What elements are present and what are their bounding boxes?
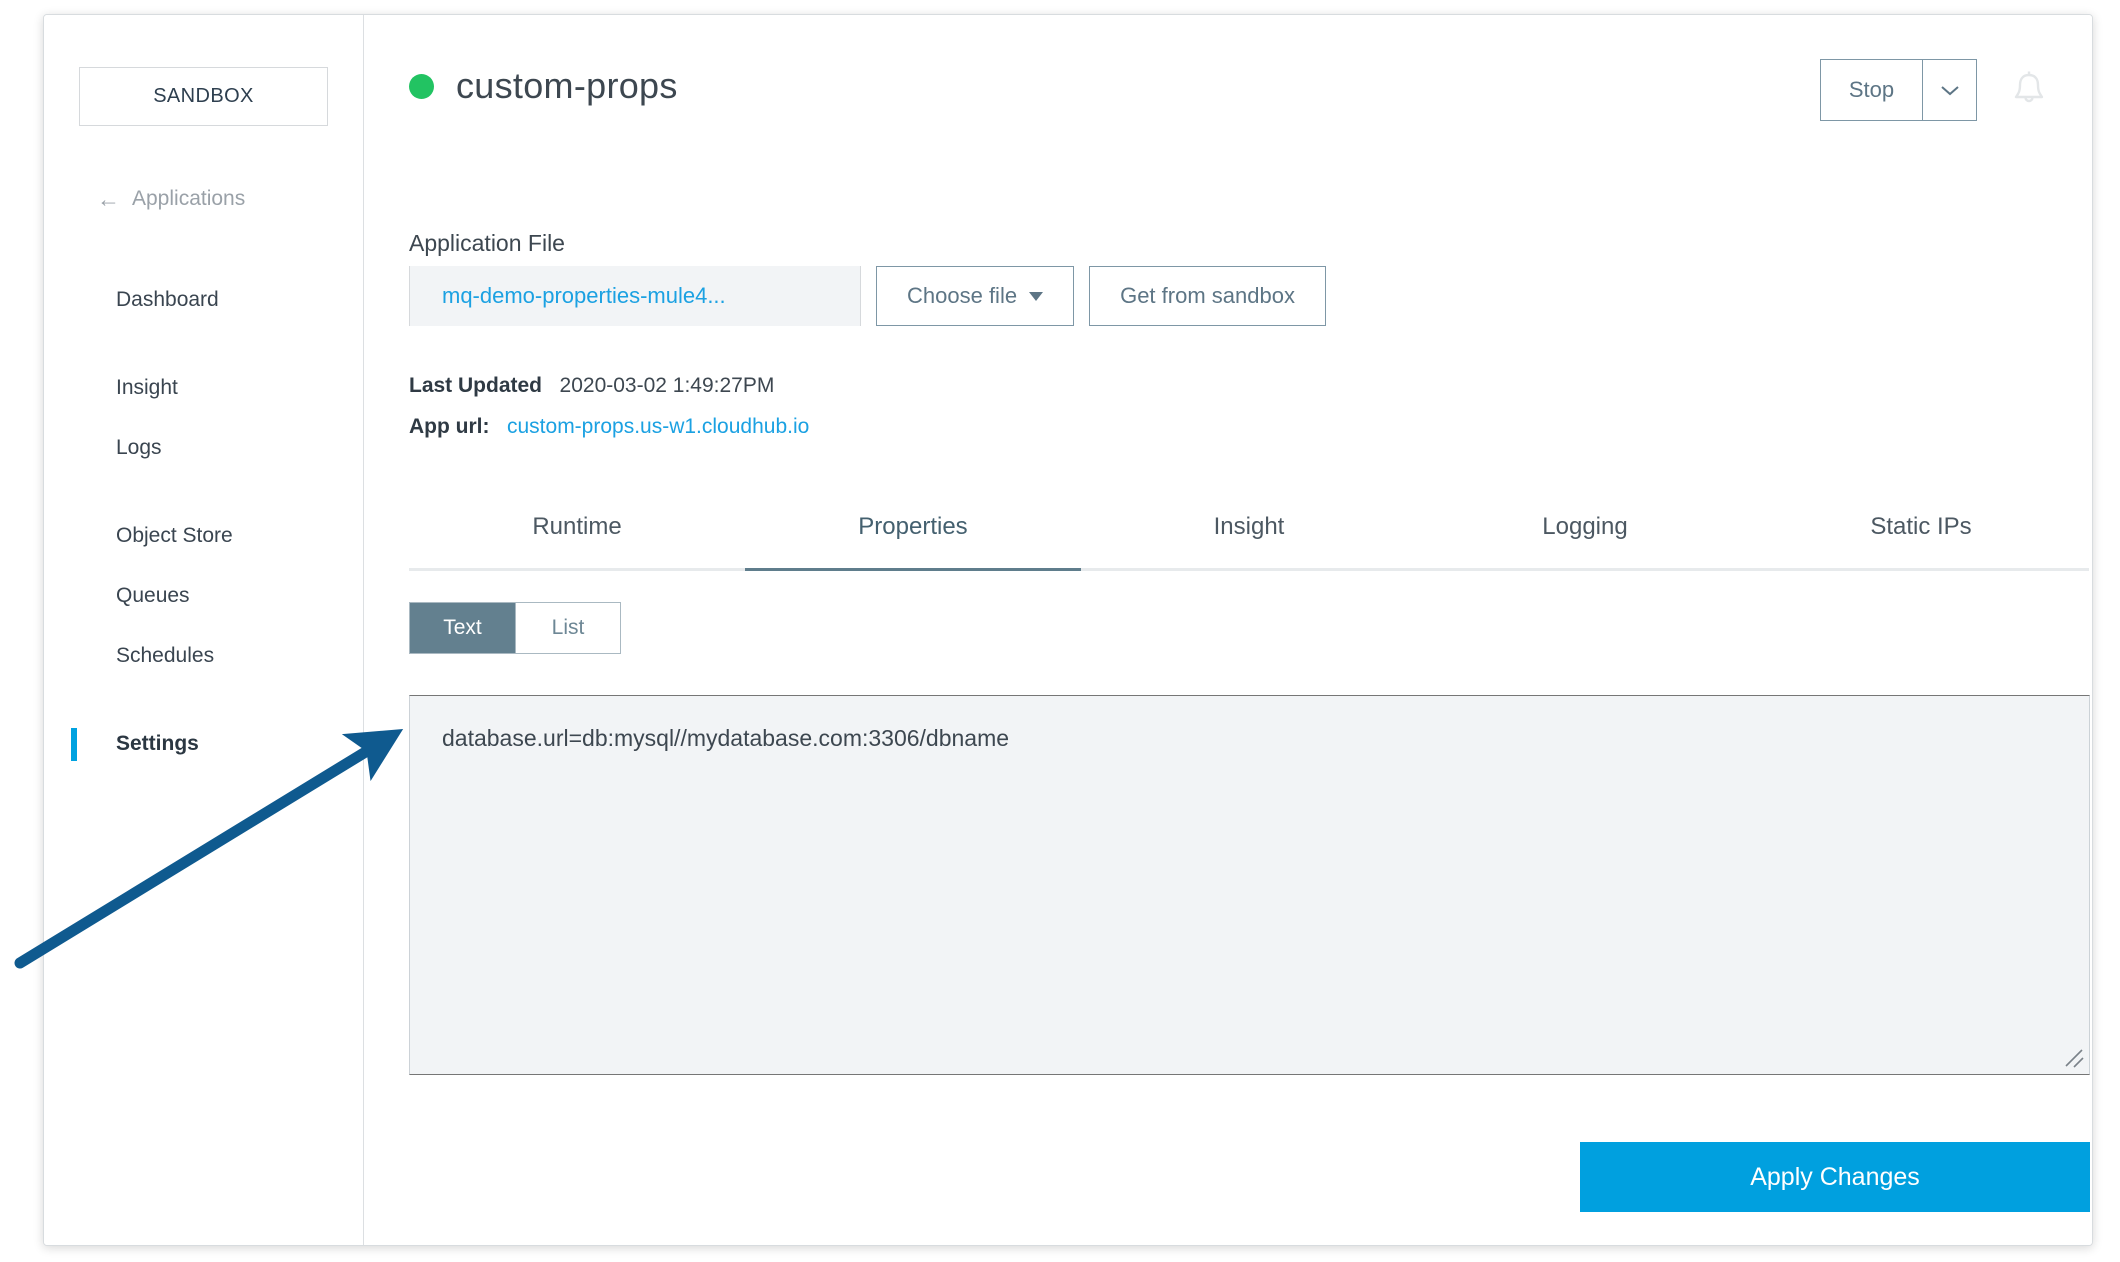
stop-button[interactable]: Stop [1821, 60, 1922, 120]
tab-label: Static IPs [1870, 513, 1971, 541]
last-updated-row: Last Updated 2020-03-02 1:49:27PM [409, 374, 774, 398]
app-header: custom-props Stop [365, 15, 2092, 143]
header-actions: Stop [1820, 59, 2057, 121]
chevron-down-icon [1939, 83, 1961, 97]
sidebar-nav: Dashboard Insight Logs Object Store Queu… [44, 270, 363, 774]
environment-selector-button[interactable]: SANDBOX [79, 67, 328, 126]
get-from-sandbox-label: Get from sandbox [1120, 283, 1295, 309]
sidebar: SANDBOX ← Applications Dashboard Insight… [44, 15, 364, 1245]
stop-button-label: Stop [1849, 77, 1894, 103]
sidebar-item-label: Settings [116, 732, 199, 756]
tab-label: Logging [1542, 513, 1627, 541]
view-mode-label: List [552, 616, 585, 640]
choose-file-button[interactable]: Choose file [876, 266, 1074, 326]
sidebar-item-label: Dashboard [116, 288, 219, 312]
app-window: SANDBOX ← Applications Dashboard Insight… [43, 14, 2093, 1246]
settings-tabs: Runtime Properties Insight Logging Stati… [409, 507, 2089, 571]
arrow-left-icon: ← [97, 188, 120, 211]
tab-label: Insight [1214, 513, 1285, 541]
view-mode-text-button[interactable]: Text [410, 603, 515, 653]
app-title-group: custom-props [409, 65, 678, 107]
back-to-applications-link[interactable]: ← Applications [97, 187, 245, 211]
back-link-label: Applications [132, 187, 245, 211]
sidebar-item-label: Queues [116, 584, 190, 608]
application-file-name-text: mq-demo-properties-mule4... [442, 283, 726, 309]
stop-button-group: Stop [1820, 59, 1977, 121]
sidebar-item-queues[interactable]: Queues [44, 566, 363, 626]
last-updated-value: 2020-03-02 1:49:27PM [560, 374, 775, 397]
get-from-sandbox-button[interactable]: Get from sandbox [1089, 266, 1326, 326]
sidebar-item-label: Logs [116, 436, 162, 460]
screen-root: SANDBOX ← Applications Dashboard Insight… [0, 0, 2120, 1262]
last-updated-label: Last Updated [409, 374, 542, 397]
app-url-link[interactable]: custom-props.us-w1.cloudhub.io [507, 415, 809, 438]
sidebar-item-insight[interactable]: Insight [44, 358, 363, 418]
tab-properties[interactable]: Properties [745, 507, 1081, 568]
tab-label: Runtime [532, 513, 621, 541]
view-mode-list-button[interactable]: List [515, 603, 620, 653]
main-content: custom-props Stop [365, 15, 2092, 1245]
tab-label: Properties [858, 513, 967, 541]
sidebar-item-object-store[interactable]: Object Store [44, 506, 363, 566]
page-title: custom-props [456, 65, 678, 107]
tab-static-ips[interactable]: Static IPs [1753, 507, 2089, 568]
caret-down-icon [1029, 292, 1043, 301]
application-file-label: Application File [409, 230, 565, 257]
status-indicator-dot [409, 74, 434, 99]
sidebar-item-label: Object Store [116, 524, 233, 548]
tab-logging[interactable]: Logging [1417, 507, 1753, 568]
environment-label: SANDBOX [153, 85, 254, 108]
app-url-label: App url: [409, 415, 489, 438]
tab-insight[interactable]: Insight [1081, 507, 1417, 568]
application-file-row: mq-demo-properties-mule4... Choose file … [409, 266, 1326, 326]
properties-view-toggle: Text List [409, 602, 621, 654]
apply-changes-button[interactable]: Apply Changes [1580, 1142, 2090, 1212]
bell-icon [2009, 69, 2049, 111]
sidebar-item-label: Schedules [116, 644, 214, 668]
application-file-name[interactable]: mq-demo-properties-mule4... [409, 266, 861, 326]
tab-runtime[interactable]: Runtime [409, 507, 745, 568]
sidebar-item-schedules[interactable]: Schedules [44, 626, 363, 686]
choose-file-label: Choose file [907, 283, 1017, 309]
view-mode-label: Text [443, 616, 482, 640]
sidebar-item-label: Insight [116, 376, 178, 400]
properties-text-input[interactable] [409, 695, 2090, 1075]
sidebar-item-settings[interactable]: Settings [44, 714, 363, 774]
stop-dropdown-toggle[interactable] [1922, 60, 1976, 120]
sidebar-item-logs[interactable]: Logs [44, 418, 363, 478]
app-url-row: App url: custom-props.us-w1.cloudhub.io [409, 415, 809, 439]
sidebar-item-dashboard[interactable]: Dashboard [44, 270, 363, 330]
notifications-button[interactable] [2001, 62, 2057, 118]
